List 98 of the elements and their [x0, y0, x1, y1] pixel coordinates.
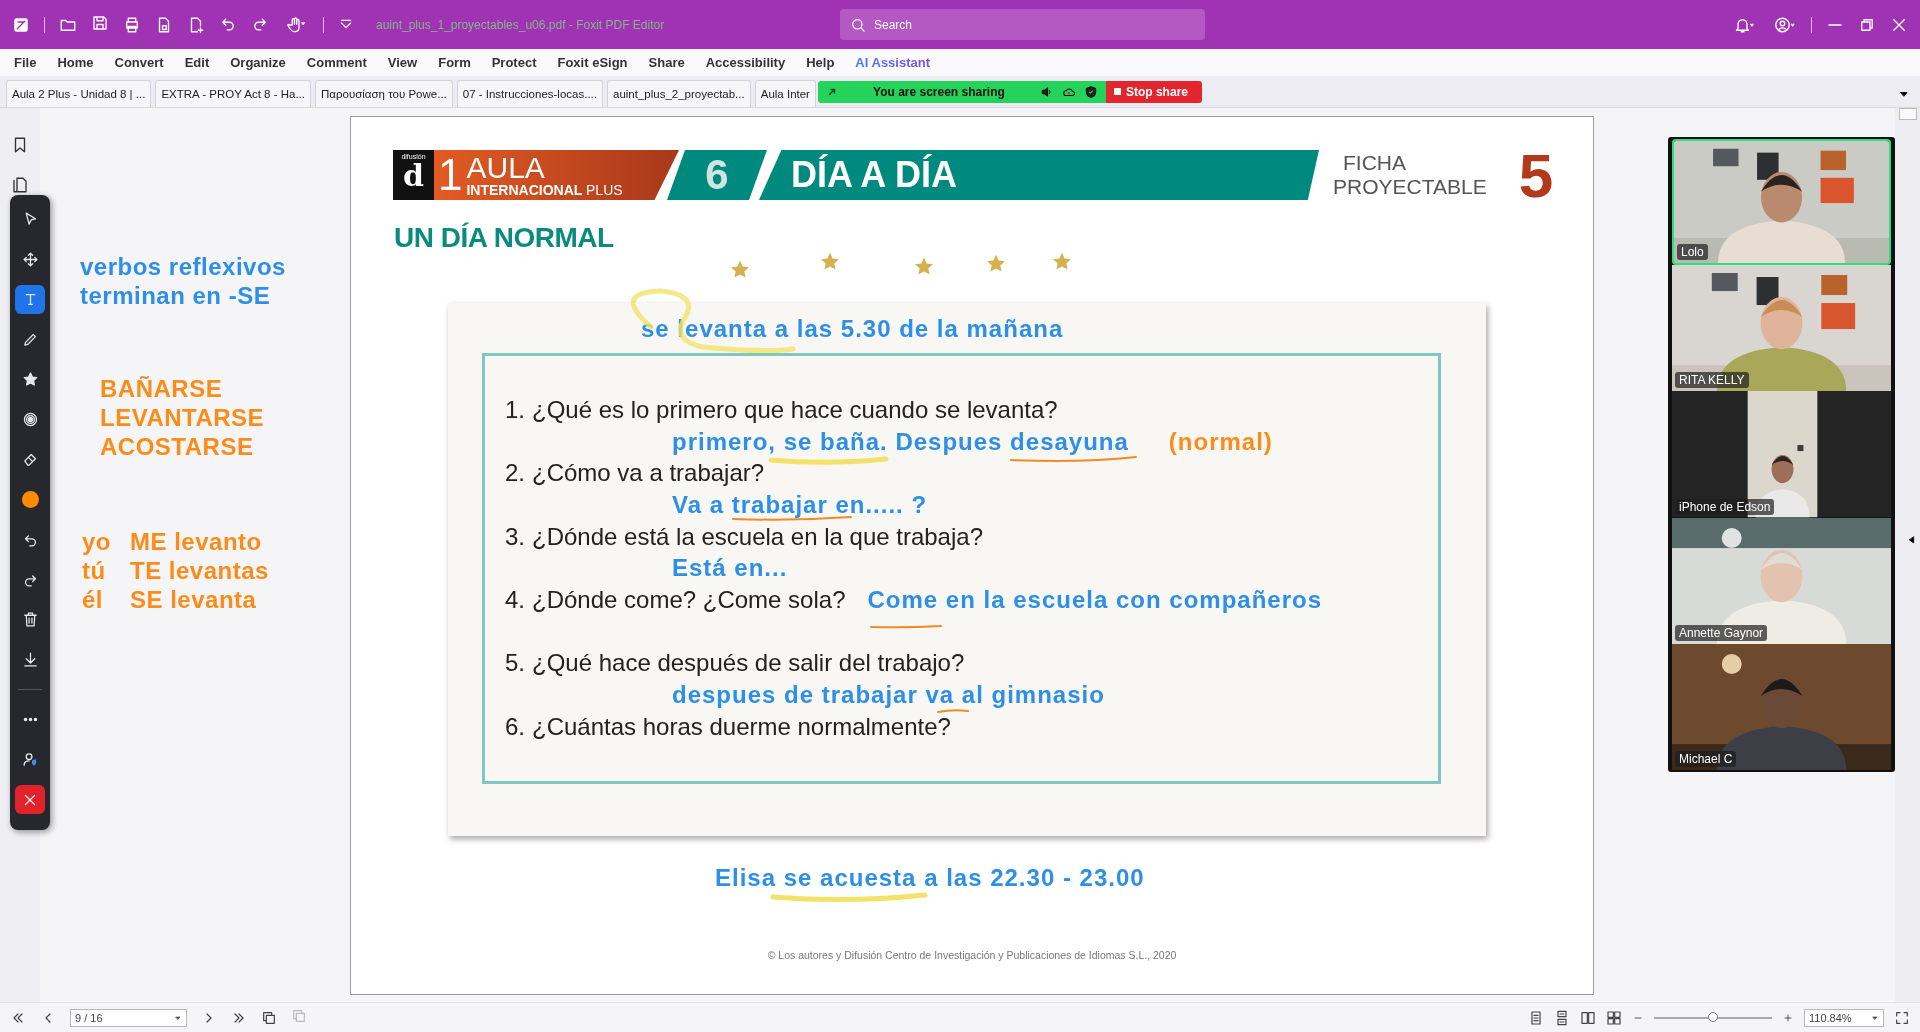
- section-title: UN DÍA NORMAL: [394, 222, 615, 254]
- save-icon[interactable]: [91, 13, 109, 32]
- print-icon[interactable]: [123, 15, 141, 34]
- search-icon: [850, 17, 866, 33]
- spotlight-icon: [21, 411, 39, 428]
- page-field[interactable]: 9 / 16: [70, 1008, 187, 1027]
- pronoun: yo: [82, 527, 112, 556]
- question-number: 6.: [505, 714, 525, 739]
- video-tile[interactable]: Annette Gaynor: [1672, 517, 1891, 644]
- participant-name: Lolo: [1677, 244, 1708, 261]
- answer-text: Está en...: [672, 556, 788, 581]
- question-text: ¿Qué hace después de salir del trabajo?: [532, 651, 965, 676]
- zoom-field[interactable]: 110.84%: [1804, 1008, 1884, 1027]
- pencil-icon: [21, 331, 39, 348]
- document-tab[interactable]: 07 - Instrucciones-locas....: [456, 80, 603, 107]
- two-page-icon[interactable]: [1580, 1009, 1596, 1026]
- verb-form: TE levantas: [130, 556, 270, 585]
- single-page-icon[interactable]: [1528, 1009, 1544, 1026]
- underline-stroke: [937, 709, 969, 713]
- fullscreen-icon[interactable]: [1894, 1009, 1910, 1026]
- sheet-number: 5: [1518, 139, 1554, 211]
- unit-title: DÍA A DÍA: [759, 150, 1319, 200]
- menu-item[interactable]: Organize: [222, 55, 299, 70]
- star-icon: [985, 253, 1007, 275]
- grid-pages-icon[interactable]: [1606, 1009, 1622, 1026]
- video-tile[interactable]: Lolo: [1672, 139, 1891, 266]
- question-text: ¿Dónde come? ¿Come sola?: [532, 587, 846, 612]
- app-logo-icon[interactable]: [12, 15, 30, 34]
- participant-name: RITA KELLY: [1675, 372, 1749, 389]
- document-tab[interactable]: Aula Inter: [754, 80, 816, 107]
- verb-form: ME levanto: [130, 527, 263, 556]
- sheet-label: FICHA PROYECTABLE: [1333, 151, 1487, 199]
- question-text: ¿Cómo va a trabajar?: [532, 461, 765, 486]
- search-field[interactable]: Search: [840, 9, 1205, 40]
- video-tile[interactable]: iPhone de Edson: [1672, 391, 1891, 518]
- menu-item[interactable]: File: [6, 55, 50, 70]
- verb-form: SE levanta: [130, 585, 258, 614]
- underline-stroke: [870, 625, 942, 629]
- menu-item[interactable]: Foxit eSign: [549, 55, 641, 70]
- move-icon: [21, 251, 39, 268]
- star-icon: [1051, 251, 1073, 273]
- caret-icon: [174, 1013, 182, 1022]
- download-icon: [21, 651, 39, 668]
- menu-item[interactable]: Form: [430, 55, 484, 70]
- document-tab[interactable]: Aula 2 Plus - Unidad 8 | ...: [6, 80, 152, 107]
- user-icon: [21, 751, 39, 768]
- note-text: (normal): [1168, 429, 1273, 454]
- pages-icon[interactable]: [11, 176, 29, 194]
- question-number: 4.: [505, 587, 525, 612]
- stop-share-button[interactable]: Stop share: [1105, 80, 1202, 103]
- star-icon: [819, 251, 841, 273]
- collapse-icon[interactable]: [1907, 534, 1917, 546]
- copyright-text: © Los autores y Difusión Centro de Investigación y Publicaciones de Idiomas S.L., 2020: [767, 949, 1177, 961]
- shield-icon: [1083, 84, 1098, 99]
- menu-item[interactable]: Share: [640, 55, 698, 70]
- star-icon: [21, 371, 39, 388]
- menu-item[interactable]: Edit: [176, 55, 223, 70]
- menu-item[interactable]: Protect: [483, 55, 550, 70]
- text-tool[interactable]: [15, 285, 45, 314]
- question-text: ¿Cuántas horas duerme normalmente?: [532, 714, 951, 739]
- document-tab[interactable]: Παρουσίαση του Powe...: [315, 80, 453, 107]
- continuous-page-icon[interactable]: [1554, 1009, 1570, 1026]
- eraser-icon: [21, 451, 39, 468]
- answer-text: Come en la escuela con compañeros: [867, 587, 1322, 612]
- star-icon: [913, 256, 935, 278]
- question-text: ¿Dónde está la escuela en la que trabaja?: [532, 524, 983, 549]
- answer-text: Elisa se acuesta a las 22.30 - 23.00: [715, 863, 1145, 893]
- document-tab[interactable]: EXTRA - PROY Act 8 - Ha...: [155, 80, 311, 107]
- sharing-message: You are screen sharing: [872, 84, 1006, 99]
- trash-icon: [21, 611, 39, 628]
- menu-item[interactable]: View: [379, 55, 431, 70]
- question-number: 5.: [505, 651, 525, 676]
- question-number: 1.: [505, 397, 525, 422]
- question-number: 3.: [505, 524, 525, 549]
- answer-text: se levanta a las 5.30 de la mañana: [641, 315, 1065, 343]
- video-tile[interactable]: RITA KELLY: [1672, 265, 1891, 392]
- pronoun: él: [82, 585, 104, 614]
- close-button[interactable]: [15, 785, 45, 814]
- question-text: ¿Qué es lo primero que hace cuando se levanta?: [532, 397, 1058, 422]
- menu-item[interactable]: Accessibility: [697, 55, 799, 70]
- window-title: auint_plus_1_proyectables_u06.pdf - Foxit PDF Editor: [376, 17, 665, 32]
- question-number: 2.: [505, 461, 525, 486]
- star-icon: [729, 259, 751, 281]
- copy-pages-icon[interactable]: [261, 1009, 277, 1026]
- caret-icon: [1871, 1013, 1879, 1022]
- menu-item[interactable]: Convert: [106, 55, 177, 70]
- pronoun: tú: [82, 556, 107, 585]
- menu-item[interactable]: Comment: [298, 55, 380, 70]
- video-tile[interactable]: Michael C: [1672, 643, 1891, 770]
- answer-text: Va a trabajar en..... ?: [672, 492, 928, 517]
- answer-text: despues de trabajar va al gimnasio: [672, 683, 1105, 708]
- answer-text: primero, se baña. Despues desayuna: [672, 429, 1129, 454]
- note-text: verbos reflexivos terminan en -SE: [80, 252, 287, 310]
- menu-item[interactable]: Help: [798, 55, 848, 70]
- slider-thumb[interactable]: [1708, 1011, 1718, 1022]
- verb-list: BAÑARSE LEVANTARSE ACOSTARSE: [100, 374, 350, 461]
- menu-item[interactable]: Home: [49, 55, 107, 70]
- document-tab[interactable]: auint_plus_2_proyectab...: [607, 80, 751, 107]
